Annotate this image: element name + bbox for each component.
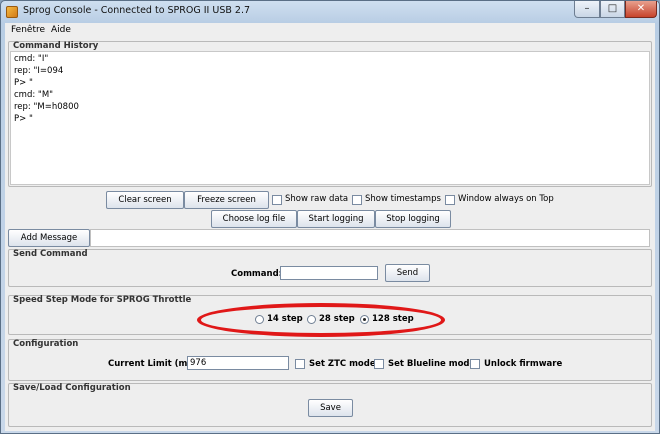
speed-step-title: Speed Step Mode for SPROG Throttle [13,295,192,305]
save-button[interactable]: Save [308,399,353,417]
show-raw-data-checkbox[interactable] [272,195,282,205]
clear-screen-button[interactable]: Clear screen [106,191,184,209]
menu-bar: Fenêtre Aide [5,23,655,39]
add-message-button[interactable]: Add Message [8,229,90,247]
history-line: rep: "I=094 [14,66,64,76]
show-timestamps-label: Show timestamps [365,194,441,204]
stop-logging-button[interactable]: Stop logging [375,210,451,228]
blueline-mode-label: Set Blueline mode [388,359,476,369]
main-content: Command History cmd: "I" rep: "I=094 P> … [5,39,655,431]
title-bar[interactable]: Sprog Console - Connected to SPROG II US… [1,1,659,23]
window-title: Sprog Console - Connected to SPROG II US… [23,5,251,16]
current-limit-input[interactable]: 976 [187,356,289,370]
choose-log-file-button[interactable]: Choose log file [211,210,297,228]
history-line: P> " [14,78,33,88]
send-button[interactable]: Send [385,264,430,282]
window-on-top-label: Window always on Top [458,194,554,204]
freeze-screen-button[interactable]: Freeze screen [184,191,269,209]
unlock-firmware-label: Unlock firmware [484,359,563,369]
close-button[interactable]: ✕ [625,1,657,18]
send-command-title: Send Command [13,249,88,259]
command-input[interactable] [280,266,378,280]
history-line: rep: "M=h0800 [14,102,79,112]
unlock-firmware-checkbox[interactable] [470,359,480,369]
minimize-icon: – [584,3,590,14]
save-load-title: Save/Load Configuration [13,383,131,393]
close-icon: ✕ [636,3,646,14]
history-line: cmd: "I" [14,54,49,64]
command-history-title: Command History [13,41,99,51]
app-icon [6,6,18,18]
maximize-button[interactable]: □ [600,1,625,18]
configuration-title: Configuration [13,339,79,349]
maximize-icon: □ [607,3,618,14]
window-on-top-checkbox[interactable] [445,195,455,205]
menu-fenetre[interactable]: Fenêtre [11,25,45,35]
message-input[interactable] [90,229,650,247]
minimize-button[interactable]: – [574,1,600,18]
show-timestamps-checkbox[interactable] [352,195,362,205]
highlight-annotation [197,303,445,337]
command-label: Command: [231,269,283,279]
ztc-mode-checkbox[interactable] [295,359,305,369]
start-logging-button[interactable]: Start logging [297,210,375,228]
history-line: cmd: "M" [14,90,54,100]
blueline-mode-checkbox[interactable] [374,359,384,369]
history-line: P> " [14,114,33,124]
app-window: Sprog Console - Connected to SPROG II US… [0,0,660,434]
ztc-mode-label: Set ZTC mode [309,359,376,369]
command-history-log[interactable]: cmd: "I" rep: "I=094 P> " cmd: "M" rep: … [10,51,650,185]
menu-aide[interactable]: Aide [51,25,71,35]
show-raw-data-label: Show raw data [285,194,349,204]
